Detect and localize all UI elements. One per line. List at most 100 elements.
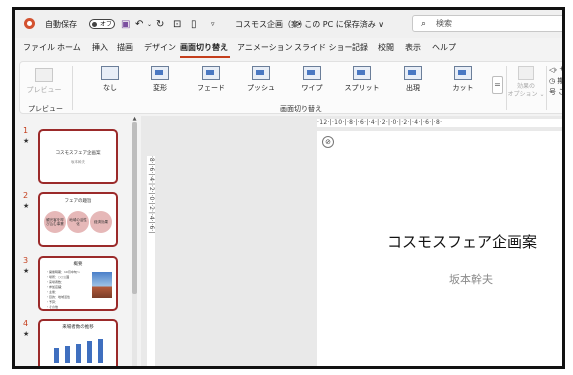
tab-design[interactable]: デザイン <box>144 42 176 53</box>
thumbnail-scrollbar[interactable] <box>132 122 137 366</box>
tab-transitions[interactable]: 画面切り替え <box>180 42 228 53</box>
duration-option[interactable]: ◷ 期 <box>549 76 562 87</box>
vertical-ruler: ·8·|·6·|·4·|·2·|·0·|·2·|·4·|·6·| <box>147 156 155 366</box>
transition-none-icon <box>101 66 119 80</box>
transition-reveal-icon <box>404 66 422 80</box>
thumb-bullet: ・来場者数： <box>46 280 65 284</box>
tab-file[interactable]: ファイル <box>23 42 55 53</box>
slide-thumbnail-3[interactable]: 概要 ・開催時期：10月中旬〜 ・場所：○○公園 ・来場者数： ・参加店舗： ・… <box>38 256 118 311</box>
transitions-gallery-more-button[interactable]: = <box>492 76 503 94</box>
transition-push-icon <box>252 66 270 80</box>
transition-reveal-button[interactable]: 出現 <box>393 66 433 93</box>
preview-button-label: プレビュー <box>26 86 62 94</box>
customize-toolbar-icon[interactable]: ▿ <box>211 10 215 38</box>
transition-star-icon: ★ <box>23 267 30 275</box>
transition-star-icon: ★ <box>23 202 30 210</box>
powerpoint-window: 自動保存 オフ ▣ ↶ ⌄ ↻ ⊡ ▯ ▿ コスモス企画（案） • この PC … <box>12 7 565 369</box>
transition-fade-icon <box>202 66 220 80</box>
toggle-knob-icon <box>92 22 97 27</box>
thumb-title: フェアの趣旨 <box>64 199 92 204</box>
thumb-subtitle: 坂本幹夫 <box>71 160 85 164</box>
active-tab-indicator <box>180 56 230 58</box>
transition-wipe-label: ワイプ <box>301 84 323 92</box>
horizontal-ruler: ·12·|·10·|·8·|·6·|·4·|·2·|·0·|·2·|·4·|·6… <box>317 119 562 127</box>
tab-home[interactable]: ホーム <box>57 42 81 53</box>
slide-editing-area: ·12·|·10·|·8·|·6·|·4·|·2·|·0·|·2·|·4·|·6… <box>141 116 562 366</box>
autosave-toggle[interactable]: オフ <box>89 19 115 29</box>
tab-record[interactable]: 記録 <box>352 42 368 53</box>
search-placeholder: 検索 <box>436 19 453 28</box>
thumb-bar <box>65 346 70 363</box>
thumb-bullet: ・参加店舗： <box>46 285 65 289</box>
scrollbar-thumb[interactable] <box>132 122 137 294</box>
effect-options-icon <box>518 66 534 80</box>
transition-morph-label: 変形 <box>153 84 167 92</box>
tab-review[interactable]: 校閲 <box>378 42 394 53</box>
title-bar: 自動保存 オフ ▣ ↶ ⌄ ↻ ⊡ ▯ ▿ コスモス企画（案） • この PC … <box>15 10 562 38</box>
thumb-circle: 経済効果 <box>90 211 112 233</box>
transition-push-button[interactable]: プッシュ <box>241 66 281 93</box>
slide-thumbnail-4[interactable]: 来場者数の推移 <box>38 319 118 366</box>
tab-draw[interactable]: 描画 <box>117 42 133 53</box>
new-file-icon[interactable]: ▯ <box>191 10 197 38</box>
transition-push-label: プッシュ <box>247 84 275 92</box>
accessibility-icon[interactable]: ⊘ <box>322 136 334 148</box>
thumb-bar <box>98 339 103 363</box>
transition-fade-button[interactable]: フェード <box>191 66 231 93</box>
save-icon[interactable]: ▣ <box>121 10 130 38</box>
thumb-title: 概要 <box>73 262 83 267</box>
slide-canvas[interactable]: ⊘ コスモスフェア企画案 坂本幹夫 <box>317 131 562 366</box>
effect-options-label: 効果の <box>516 83 535 90</box>
undo-icon[interactable]: ↶ <box>135 10 143 38</box>
effect-options-label-2: オプション ⌄ <box>507 91 545 98</box>
transition-morph-icon <box>151 66 169 80</box>
autosave-state: オフ <box>100 21 113 28</box>
thumb-bullet: ・その他 <box>46 305 59 309</box>
tab-help[interactable]: ヘルプ <box>432 42 456 53</box>
present-icon[interactable]: ⊡ <box>173 10 181 38</box>
search-box[interactable]: ⌕ 検索 <box>412 15 562 32</box>
transition-split-label: スプリット <box>344 84 380 92</box>
transition-split-button[interactable]: スプリット <box>342 66 382 93</box>
redo-icon[interactable]: ↻ <box>156 10 164 38</box>
slide-thumbnail-1[interactable]: コスモスフェア企画案 坂本幹夫 <box>38 129 118 184</box>
transition-reveal-label: 出現 <box>406 84 420 92</box>
thumb-bar <box>54 348 59 363</box>
ribbon-tabs: ファイル ホーム 挿入 描画 デザイン 画面切り替え アニメーション スライド … <box>15 40 562 58</box>
transition-cut-icon <box>454 66 472 80</box>
slide-number: 1 <box>23 126 29 135</box>
transition-cut-button[interactable]: カット <box>443 66 483 93</box>
ribbon-transitions: プレビュー プレビュー なし 変形 フェード プッシュ ワイプ スプリット 出現… <box>19 61 562 114</box>
slide-thumbnail-2[interactable]: フェアの趣旨 観光客を呼び込む事業 地域の活性化 経済効果 <box>38 192 118 247</box>
slide-title[interactable]: コスモスフェア企画案 <box>387 231 537 252</box>
search-icon: ⌕ <box>421 18 427 29</box>
apply-all-option[interactable]: 号 こ <box>549 87 562 98</box>
save-status[interactable]: • この PC に保存済み ∨ <box>297 10 384 38</box>
ribbon-separator <box>72 66 73 110</box>
tab-view[interactable]: 表示 <box>405 42 421 53</box>
tab-slideshow[interactable]: スライド ショー <box>294 42 353 53</box>
thumb-bullet: ・場所：○○公園 <box>46 275 70 279</box>
slide-number: 3 <box>23 256 29 265</box>
transition-none-label: なし <box>103 84 117 92</box>
preview-button[interactable]: プレビュー <box>24 68 64 95</box>
slide-thumbnail-pane: 1 ★ コスモスフェア企画案 坂本幹夫 2 ★ フェアの趣旨 観光客を呼び込む事… <box>15 116 141 366</box>
thumb-bar <box>87 341 92 363</box>
slide-number: 2 <box>23 191 29 200</box>
thumb-bullet: ・開催時期：10月中旬〜 <box>46 270 80 274</box>
tab-animations[interactable]: アニメーション <box>237 42 293 53</box>
autosave-label: 自動保存 <box>45 19 77 29</box>
thumb-bullet: ・目的：地域活性 <box>46 295 71 299</box>
transition-wipe-button[interactable]: ワイプ <box>292 66 332 93</box>
preview-icon <box>35 68 53 82</box>
tab-insert[interactable]: 挿入 <box>92 42 108 53</box>
undo-dropdown-icon[interactable]: ⌄ <box>147 10 152 38</box>
thumb-circle: 観光客を呼び込む事業 <box>44 211 66 233</box>
slide-subtitle[interactable]: 坂本幹夫 <box>449 271 493 287</box>
thumb-bullet: ・予算： <box>46 300 59 304</box>
transition-morph-button[interactable]: 変形 <box>140 66 180 93</box>
transition-none-button[interactable]: なし <box>90 66 130 93</box>
effect-options-button[interactable]: 効果の オプション ⌄ <box>507 66 545 99</box>
sound-option[interactable]: ◁› サ <box>549 65 562 76</box>
thumb-bullet: ・主催： <box>46 290 59 294</box>
